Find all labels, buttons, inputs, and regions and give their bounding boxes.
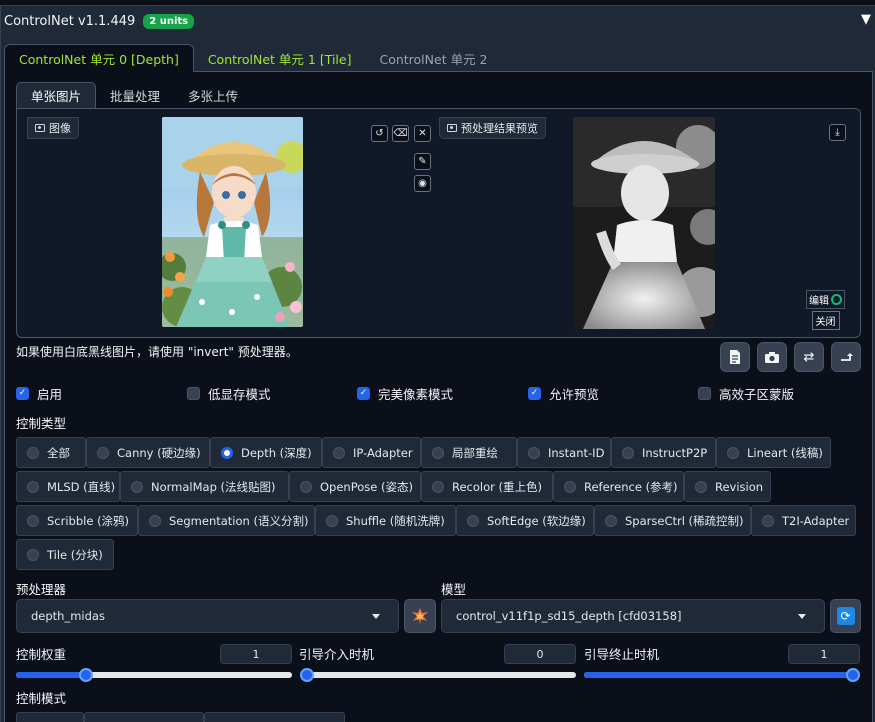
control-mode-option[interactable] — [204, 712, 345, 722]
weight-label: 控制权重 — [16, 647, 67, 662]
control-mode-option[interactable] — [84, 712, 204, 722]
start-label: 引导介入时机 — [299, 647, 375, 662]
close-button[interactable]: 关闭 — [811, 311, 840, 330]
document-icon[interactable] — [720, 342, 750, 372]
control-type-option[interactable]: Tile (分块) — [16, 539, 114, 570]
explosion-icon — [412, 608, 428, 624]
end-slider[interactable] — [584, 668, 860, 682]
check-icon: ✓ — [357, 386, 370, 400]
model-dropdown[interactable]: control_v11f1p_sd15_depth [cfd03158] — [441, 599, 825, 633]
control-type-option[interactable]: InstructP2P — [611, 437, 716, 468]
control-type-option[interactable]: SoftEdge (软边缘) — [456, 505, 594, 536]
control-type-option[interactable]: IP-Adapter — [322, 437, 421, 468]
unit-tabs: ControlNet 单元 0 [Depth] ControlNet 单元 1 … — [4, 44, 502, 72]
edit-button[interactable]: 编辑 — [806, 290, 845, 309]
allow-preview-checkbox[interactable]: ✓ 允许预览 — [528, 384, 599, 402]
refresh-models-button[interactable]: ⟳ — [830, 599, 861, 633]
preprocessor-dropdown[interactable]: depth_midas — [16, 599, 399, 633]
refresh-icon: ⟳ — [836, 607, 855, 625]
chevron-down-icon — [798, 614, 806, 619]
control-type-option[interactable]: MLSD (直线) — [16, 471, 120, 502]
control-type-option[interactable]: Recolor (重上色) — [421, 471, 553, 502]
control-type-option[interactable]: 局部重绘 — [421, 437, 517, 468]
low-vram-checkbox[interactable]: 低显存模式 — [187, 384, 271, 402]
input-image[interactable] — [162, 117, 303, 327]
close-icon[interactable]: ✕ — [414, 125, 431, 142]
invert-hint: 如果使用白底黑线图片，请使用 "invert" 预处理器。 — [16, 345, 298, 359]
slider-thumb[interactable] — [78, 668, 93, 682]
control-type-option[interactable]: 全部 — [16, 437, 86, 468]
tab-multi-upload[interactable]: 多张上传 — [174, 82, 252, 108]
image-icon — [447, 124, 457, 132]
start-input[interactable]: 0 — [504, 644, 576, 664]
run-preprocessor-button[interactable] — [404, 599, 436, 633]
control-type-option[interactable]: Segmentation (语义分割) — [138, 505, 315, 536]
control-type-option[interactable]: OpenPose (姿态) — [289, 471, 421, 502]
control-type-label: 控制类型 — [16, 416, 67, 431]
download-icon[interactable]: ⤓ — [829, 124, 846, 141]
image-area — [16, 108, 861, 338]
control-mode-label: 控制模式 — [16, 691, 67, 706]
start-slider[interactable] — [300, 668, 576, 682]
control-type-option[interactable]: Instant-ID — [517, 437, 611, 468]
effective-region-mask-checkbox[interactable]: 高效子区蒙版 — [698, 384, 794, 402]
panel-title: ControlNet v1.1.449 — [4, 13, 136, 29]
image-icon — [35, 124, 45, 132]
control-type-option[interactable]: T2I-Adapter — [751, 505, 856, 536]
send-dimensions-icon[interactable] — [831, 342, 861, 372]
pixel-perfect-checkbox[interactable]: ✓ 完美像素模式 — [357, 384, 453, 402]
tab-unit-1[interactable]: ControlNet 单元 1 [Tile] — [194, 44, 366, 72]
control-type-option[interactable]: Depth (深度) — [210, 437, 322, 468]
control-type-option[interactable]: Reference (参考) — [553, 471, 684, 502]
tab-batch[interactable]: 批量处理 — [96, 82, 174, 108]
control-type-option[interactable]: NormalMap (法线贴图) — [120, 471, 289, 502]
control-type-option[interactable]: Revision — [684, 471, 771, 502]
control-type-option[interactable]: Shuffle (随机洗牌) — [315, 505, 456, 536]
swap-icon[interactable]: ⇄ — [794, 342, 824, 372]
mode-tabs: 单张图片 批量处理 多张上传 — [16, 82, 252, 108]
enable-checkbox[interactable]: ✓ 启用 — [16, 384, 62, 402]
preview-label: 预处理结果预览 — [439, 117, 546, 139]
control-mode-option[interactable] — [16, 712, 84, 722]
palette-icon[interactable]: ◉ — [414, 175, 431, 192]
units-badge: 2 units — [143, 13, 195, 29]
chevron-down-icon — [372, 614, 380, 619]
model-label: 模型 — [441, 582, 467, 597]
tab-unit-2[interactable]: ControlNet 单元 2 — [365, 44, 501, 72]
control-type-option[interactable]: Lineart (线稿) — [716, 437, 831, 468]
control-type-option[interactable]: SparseCtrl (稀疏控制) — [594, 505, 751, 536]
panel-header[interactable]: ControlNet v1.1.449 2 units — [4, 10, 195, 32]
preprocessor-label: 预处理器 — [16, 582, 67, 597]
collapse-icon[interactable]: ▼ — [861, 12, 871, 27]
tab-single-image[interactable]: 单张图片 — [16, 82, 97, 108]
camera-icon[interactable] — [757, 342, 787, 372]
check-icon: ✓ — [16, 386, 29, 400]
control-type-option[interactable]: Canny (硬边缘) — [86, 437, 210, 468]
input-image-art — [162, 117, 303, 327]
slider-thumb[interactable] — [846, 668, 860, 682]
input-image-label: 图像 — [27, 117, 79, 139]
depth-preview-image — [573, 117, 715, 329]
weight-input[interactable]: 1 — [220, 644, 292, 664]
weight-slider[interactable] — [16, 668, 292, 682]
brush-icon[interactable]: ✎ — [414, 153, 431, 170]
end-input[interactable]: 1 — [788, 644, 860, 664]
control-type-option[interactable]: Scribble (涂鸦) — [16, 505, 138, 536]
eraser-icon[interactable]: ⌫ — [392, 125, 409, 142]
slider-thumb[interactable] — [300, 668, 314, 682]
depth-map-art — [573, 117, 715, 329]
tab-unit-0[interactable]: ControlNet 单元 0 [Depth] — [4, 44, 194, 72]
photopea-icon — [831, 294, 842, 305]
undo-icon[interactable]: ↺ — [371, 125, 388, 142]
edit-controls: 编辑 关闭 — [806, 290, 845, 330]
end-label: 引导终止时机 — [584, 647, 660, 662]
check-icon: ✓ — [528, 386, 541, 400]
